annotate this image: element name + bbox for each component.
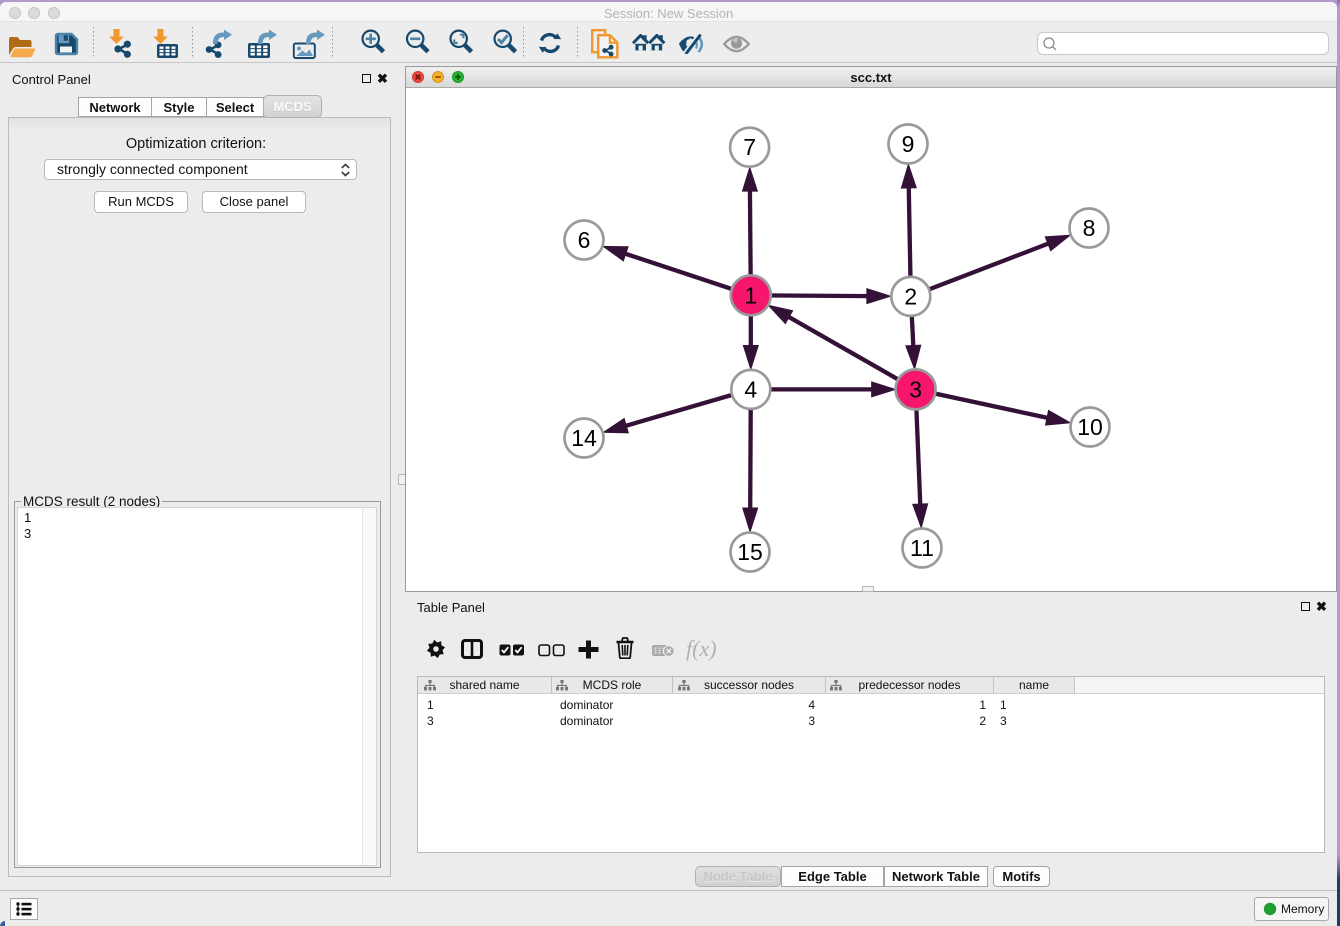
svg-text:2: 2 — [904, 283, 917, 309]
svg-text:6: 6 — [578, 227, 591, 253]
svg-text:9: 9 — [902, 131, 915, 157]
svg-text:3: 3 — [909, 376, 922, 402]
svg-text:10: 10 — [1077, 414, 1103, 440]
svg-text:8: 8 — [1083, 215, 1096, 241]
svg-text:14: 14 — [571, 425, 597, 451]
svg-text:11: 11 — [910, 535, 934, 561]
svg-text:1: 1 — [744, 282, 757, 308]
svg-text:15: 15 — [737, 539, 763, 565]
svg-text:7: 7 — [743, 134, 756, 160]
svg-text:4: 4 — [744, 376, 757, 402]
